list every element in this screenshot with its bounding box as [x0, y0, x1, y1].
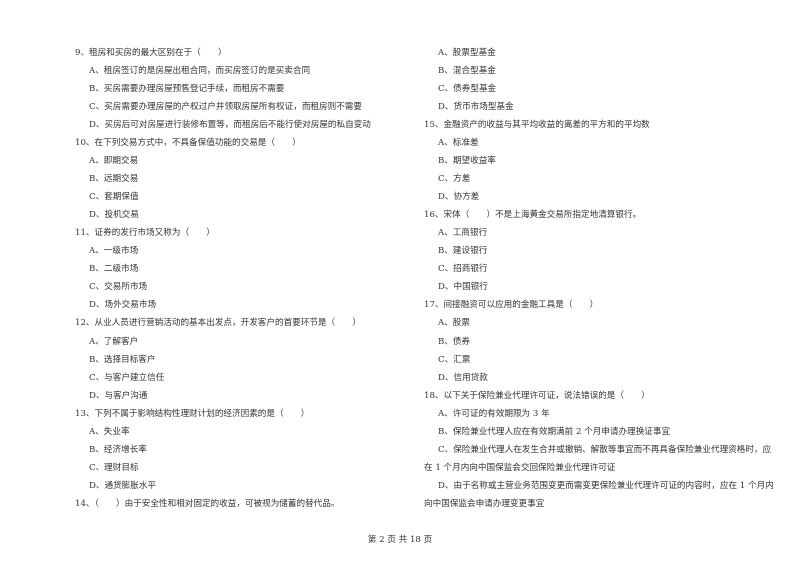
answer-option: A、失业率	[89, 426, 130, 437]
answer-option: D、场外交易市场	[89, 300, 157, 311]
answer-option: B、建设银行	[438, 246, 488, 257]
answer-option: C、保险兼业代理人在发生合并或撤销、解散等事宜而不再具备保险兼业代理资格时，应	[438, 444, 772, 455]
answer-option: C、方差	[438, 174, 471, 185]
answer-option: C、买房需要办理房屋的产权过户并领取房屋所有权证，而租房则不需要	[89, 102, 362, 113]
answer-option: D、通货膨胀水平	[89, 480, 157, 491]
answer-option: B、买房需要办理房屋预售登记手续，而租房不需要	[89, 84, 285, 95]
question-text: 9、租房和买房的最大区别在于（ ）	[75, 48, 227, 58]
answer-option: C、招商银行	[438, 264, 488, 275]
answer-option: A、租房签订的是房屋出租合同，而买房签订的是买卖合同	[89, 66, 311, 77]
answer-option: B、二级市场	[89, 264, 139, 275]
answer-option: D、中国银行	[438, 282, 488, 293]
right-column: A、股票型基金 B、混合型基金 C、债券型基金 D、货币市场型基金 15、金融资产的收益…	[424, 44, 774, 513]
question-text: 向中国保监会申请办理变更事宜	[424, 498, 545, 509]
answer-option: A、股票	[438, 318, 470, 329]
answer-option: C、与客户建立信任	[89, 372, 165, 383]
answer-option: D、协方差	[438, 192, 480, 203]
answer-option: D、买房后可对房屋进行装修布置等，而租房后不能行使对房屋的私自变动	[89, 120, 371, 131]
answer-option: B、混合型基金	[438, 66, 496, 77]
question-text: 15、金融资产的收益与其平均收益的离差的平方和的平均数	[424, 120, 650, 131]
answer-option: B、选择目标客户	[89, 354, 156, 365]
answer-option: B、远期交易	[89, 174, 139, 185]
answer-option: A、许可证的有效期限为 3 年	[438, 408, 550, 419]
question-text: 12、从业人员进行营销活动的基本出发点，开发客户的首要环节是（ ）	[75, 318, 361, 329]
answer-option: D、与客户沟通	[89, 390, 148, 401]
answer-option: C、债券型基金	[438, 84, 497, 95]
answer-option: A、一级市场	[89, 246, 139, 257]
answer-option: A、工商银行	[438, 228, 488, 239]
question-text: 17、间接融资可以应用的金融工具是（ ）	[424, 300, 599, 311]
question-text: 10、在下列交易方式中，不具备保值功能的交易是（ ）	[75, 138, 301, 149]
question-text: 13、下列不属于影响结构性理财计划的经济因素的是（ ）	[75, 408, 310, 419]
answer-option: D、由于名称或主营业务范围变更而需变更保险兼业代理许可证的内容时，应在 1 个月…	[438, 480, 774, 491]
question-text: 14、（ ）由于安全性和相对固定的收益，可被视为储蓄的替代品。	[75, 498, 340, 509]
answer-option: B、期望收益率	[438, 156, 496, 167]
answer-option: B、保险兼业代理人应在有效期满前 2 个月申请办理换证事宜	[438, 426, 671, 437]
answer-option: A、标准差	[438, 138, 479, 149]
question-text: 18、以下关于保险兼业代理许可证，说法错误的是（ ）	[424, 390, 650, 401]
answer-option: A、即期交易	[89, 156, 139, 167]
left-column: 9、租房和买房的最大区别在于（ ） A、租房签订的是房屋出租合同，而买房签订的是买…	[75, 44, 405, 513]
question-text: 在 1 个月内向中国保监会交回保险兼业代理许可证	[424, 462, 616, 473]
answer-option: B、债券	[438, 336, 471, 347]
answer-option: A、了解客户	[89, 336, 139, 347]
answer-option: C、套期保值	[89, 192, 139, 203]
answer-option: D、投机交易	[89, 210, 139, 221]
question-text: 11、证券的发行市场又称为（ ）	[75, 228, 215, 239]
answer-option: A、股票型基金	[438, 48, 496, 58]
answer-option: D、货币市场型基金	[438, 102, 514, 113]
answer-option: C、汇票	[438, 354, 471, 365]
answer-option: C、交易所市场	[89, 282, 148, 293]
page-footer: 第 2 页 共 18 页	[367, 535, 433, 545]
answer-option: B、经济增长率	[89, 444, 147, 455]
question-text: 16、宋体（ ）不是上海黄金交易所指定地清算银行。	[424, 210, 642, 221]
answer-option: D、信用贷款	[438, 372, 488, 383]
answer-option: C、理财目标	[89, 462, 139, 473]
